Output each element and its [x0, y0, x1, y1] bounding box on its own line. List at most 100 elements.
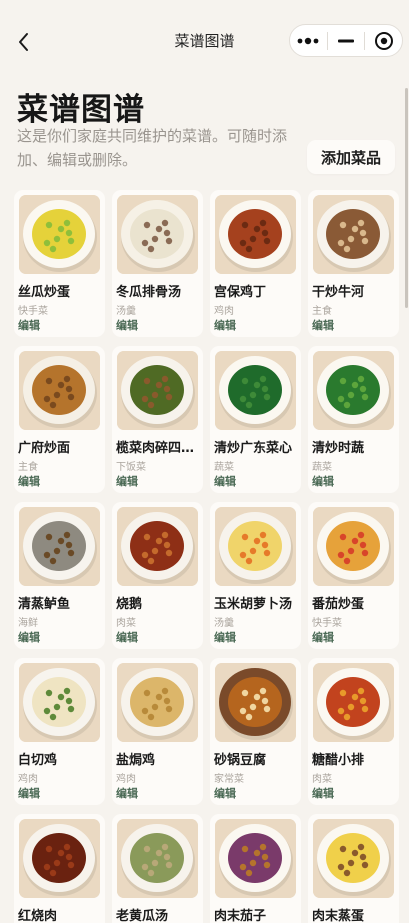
add-dish-button[interactable]: 添加菜品	[307, 140, 395, 174]
edit-link[interactable]: 编辑	[312, 473, 334, 489]
scrollbar[interactable]	[405, 88, 408, 308]
recipe-card[interactable]: 榄菜肉碎四季豆 下饭菜 编辑	[112, 346, 203, 493]
edit-link[interactable]: 编辑	[18, 785, 40, 801]
dish-photo	[19, 507, 100, 586]
recipe-category: 蔬菜	[312, 462, 332, 473]
recipe-category: 汤羹	[116, 306, 136, 317]
recipe-name: 玉米胡萝卜汤	[214, 597, 293, 612]
edit-link[interactable]: 编辑	[312, 785, 334, 801]
recipe-name: 广府炒面	[18, 441, 71, 456]
edit-link[interactable]: 编辑	[18, 473, 40, 489]
minus-icon	[338, 39, 354, 42]
recipe-category: 蔬菜	[214, 462, 234, 473]
recipe-name: 清蒸鲈鱼	[18, 597, 71, 612]
dish-photo	[215, 507, 296, 586]
recipe-name: 清炒广东菜心	[214, 441, 293, 456]
recipe-name: 番茄炒蛋	[312, 597, 365, 612]
minimize-button[interactable]	[328, 25, 365, 56]
recipe-card[interactable]: 清炒时蔬 蔬菜 编辑	[308, 346, 399, 493]
recipe-category: 下饭菜	[116, 462, 146, 473]
dish-plate-icon	[215, 195, 296, 274]
more-dots-icon	[297, 37, 319, 44]
edit-link[interactable]: 编辑	[312, 317, 334, 333]
dish-photo	[117, 507, 198, 586]
recipe-category: 汤羹	[214, 618, 234, 629]
edit-link[interactable]: 编辑	[214, 473, 236, 489]
top-nav-bar: 菜谱图谱	[0, 0, 409, 80]
dish-plate-icon	[313, 507, 394, 586]
recipe-card[interactable]: 清蒸鲈鱼 海鲜 编辑	[14, 502, 105, 649]
dish-photo	[313, 351, 394, 430]
dish-photo	[215, 195, 296, 274]
recipe-category: 海鲜	[18, 618, 38, 629]
dish-photo	[215, 663, 296, 742]
dish-plate-icon	[19, 195, 100, 274]
recipe-category: 家常菜	[214, 774, 244, 785]
recipe-card[interactable]: 糖醋小排 肉菜 编辑	[308, 658, 399, 805]
dish-photo	[313, 819, 394, 898]
edit-link[interactable]: 编辑	[116, 473, 138, 489]
recipe-card[interactable]: 丝瓜炒蛋 快手菜 编辑	[14, 190, 105, 337]
target-close-icon	[374, 31, 393, 50]
recipe-card[interactable]: 宫保鸡丁 鸡肉 编辑	[210, 190, 301, 337]
recipe-card[interactable]: 冬瓜排骨汤 汤羹 编辑	[112, 190, 203, 337]
dish-photo	[313, 507, 394, 586]
recipe-card[interactable]: 烧鹅 肉菜 编辑	[112, 502, 203, 649]
recipe-card[interactable]: 玉米胡萝卜汤汤羹 编辑	[210, 502, 301, 649]
recipe-category: 肉菜	[116, 618, 136, 629]
edit-link[interactable]: 编辑	[116, 629, 138, 645]
dish-plate-icon	[313, 663, 394, 742]
dish-plate-icon	[117, 663, 198, 742]
page-title: 菜谱图谱	[17, 92, 145, 128]
dish-plate-icon	[313, 819, 394, 898]
dish-plate-icon	[215, 819, 296, 898]
dish-plate-icon	[19, 351, 100, 430]
recipe-card[interactable]: 干炒牛河 主食 编辑	[308, 190, 399, 337]
dish-plate-icon	[19, 819, 100, 898]
recipe-card[interactable]: 番茄炒蛋 快手菜 编辑	[308, 502, 399, 649]
close-button[interactable]	[365, 25, 402, 56]
dish-photo	[117, 819, 198, 898]
edit-link[interactable]: 编辑	[312, 629, 334, 645]
recipe-category: 快手菜	[18, 306, 48, 317]
recipe-name: 盐焗鸡	[116, 753, 156, 768]
edit-link[interactable]: 编辑	[214, 317, 236, 333]
recipe-card[interactable]: 老黄瓜汤汤羹编辑	[112, 814, 203, 923]
edit-link[interactable]: 编辑	[214, 629, 236, 645]
dish-photo	[117, 195, 198, 274]
recipe-name: 清炒时蔬	[312, 441, 365, 456]
dish-photo	[313, 663, 394, 742]
recipe-name: 冬瓜排骨汤	[116, 285, 182, 300]
dish-photo	[117, 663, 198, 742]
recipe-category: 鸡肉	[214, 306, 234, 317]
recipe-name: 肉末茄子	[214, 909, 267, 923]
recipe-name: 烧鹅	[116, 597, 143, 612]
dish-plate-icon	[117, 819, 198, 898]
recipe-card[interactable]: 红烧肉肉菜编辑	[14, 814, 105, 923]
dish-photo	[313, 195, 394, 274]
recipe-card[interactable]: 砂锅豆腐 家常菜 编辑	[210, 658, 301, 805]
recipe-card[interactable]: 白切鸡 鸡肉 编辑	[14, 658, 105, 805]
dish-plate-icon	[19, 507, 100, 586]
dish-photo	[19, 819, 100, 898]
edit-link[interactable]: 编辑	[214, 785, 236, 801]
recipe-card[interactable]: 清炒广东菜心蔬菜 编辑	[210, 346, 301, 493]
dish-photo	[215, 351, 296, 430]
edit-link[interactable]: 编辑	[116, 317, 138, 333]
recipe-card[interactable]: 广府炒面 主食 编辑	[14, 346, 105, 493]
edit-link[interactable]: 编辑	[18, 317, 40, 333]
edit-link[interactable]: 编辑	[116, 785, 138, 801]
recipe-card[interactable]: 肉末蒸蛋家常菜编辑	[308, 814, 399, 923]
recipe-grid: 丝瓜炒蛋 快手菜 编辑 冬瓜排骨汤 汤羹 编辑 宫保鸡丁 鸡肉 编辑 干炒牛河 主食 编辑 广府炒面 主食…	[14, 190, 399, 923]
dish-photo	[19, 663, 100, 742]
edit-link[interactable]: 编辑	[18, 629, 40, 645]
dish-photo	[117, 351, 198, 430]
recipe-card[interactable]: 肉末茄子家常菜编辑	[210, 814, 301, 923]
recipe-name: 砂锅豆腐	[214, 753, 267, 768]
more-button[interactable]	[290, 25, 327, 56]
dish-photo	[19, 351, 100, 430]
dish-plate-icon	[313, 351, 394, 430]
dish-photo	[215, 819, 296, 898]
recipe-category: 鸡肉	[116, 774, 136, 785]
recipe-card[interactable]: 盐焗鸡 鸡肉 编辑	[112, 658, 203, 805]
